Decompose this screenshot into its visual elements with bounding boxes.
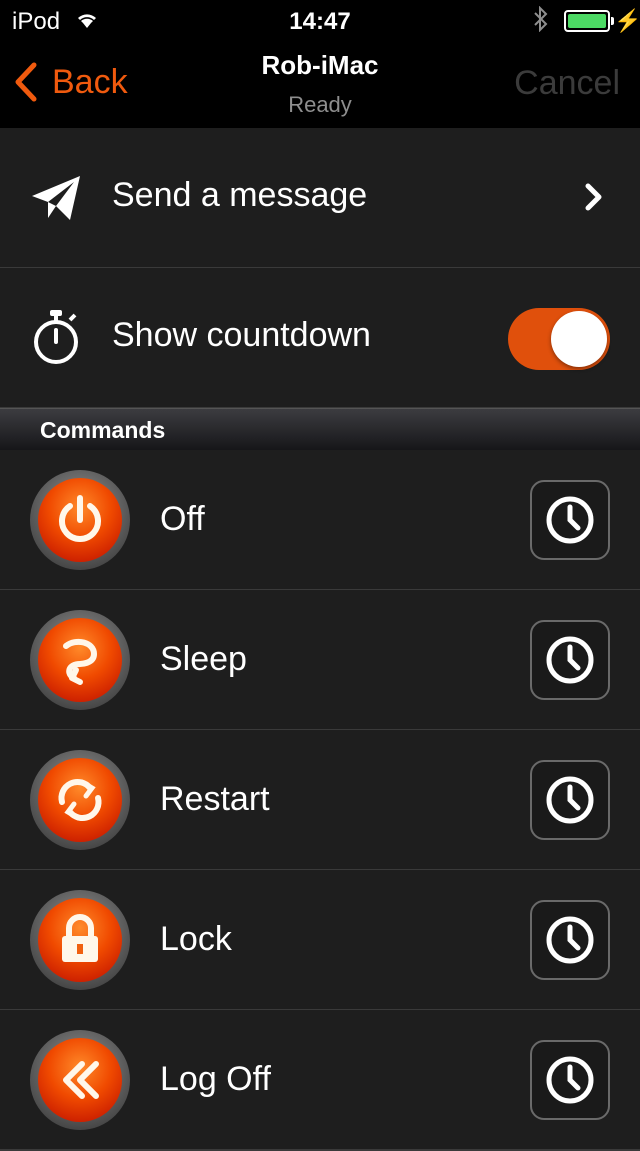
command-row-sleep[interactable]: Sleep — [0, 590, 640, 731]
off-button[interactable] — [30, 470, 130, 570]
charging-icon: ⚡ — [614, 8, 640, 33]
send-message-row[interactable]: Send a message — [0, 128, 640, 269]
section-header-label: Commands — [40, 417, 166, 443]
status-bar: iPod 14:47 ⚡ — [0, 0, 640, 40]
stopwatch-icon — [32, 308, 80, 371]
command-row-off[interactable]: Off — [0, 450, 640, 591]
commands-section-header: Commands — [0, 408, 640, 452]
clock-icon — [546, 496, 594, 544]
schedule-log-off-button[interactable] — [530, 1040, 610, 1120]
battery-icon — [564, 10, 614, 32]
lock-button[interactable] — [30, 890, 130, 990]
clock-icon — [546, 776, 594, 824]
command-row-log-off[interactable]: Log Off — [0, 1010, 640, 1151]
command-label: Sleep — [160, 640, 247, 678]
power-icon — [59, 495, 101, 542]
show-countdown-row: Show countdown — [0, 268, 640, 409]
show-countdown-label: Show countdown — [112, 316, 371, 354]
command-label: Off — [160, 500, 205, 538]
log-off-button[interactable] — [30, 1030, 130, 1130]
command-row-restart[interactable]: Restart — [0, 730, 640, 871]
bluetooth-icon — [532, 5, 550, 39]
command-label: Lock — [160, 920, 232, 958]
sleep-icon — [63, 638, 98, 685]
top-bar: iPod 14:47 ⚡ Back Rob-iMac Ready Cancel — [0, 0, 640, 128]
clock-icon — [546, 916, 594, 964]
clock-icon — [546, 1056, 594, 1104]
navigation-bar: Back Rob-iMac Ready Cancel — [0, 40, 640, 128]
send-message-label: Send a message — [112, 176, 368, 214]
command-label: Restart — [160, 780, 270, 818]
schedule-restart-button[interactable] — [530, 760, 610, 840]
clock-icon — [546, 636, 594, 684]
cancel-button[interactable]: Cancel — [514, 64, 620, 103]
command-row-lock[interactable]: Lock — [0, 870, 640, 1011]
toggle-knob — [551, 311, 607, 367]
schedule-sleep-button[interactable] — [530, 620, 610, 700]
paper-plane-icon — [30, 172, 82, 229]
chevron-right-icon — [584, 182, 604, 217]
command-label: Log Off — [160, 1060, 271, 1098]
restart-button[interactable] — [30, 750, 130, 850]
log-off-icon — [63, 1061, 99, 1099]
sleep-button[interactable] — [30, 610, 130, 710]
schedule-lock-button[interactable] — [530, 900, 610, 980]
restart-icon — [58, 779, 102, 821]
lock-icon — [62, 914, 98, 962]
countdown-toggle[interactable] — [508, 308, 610, 370]
schedule-off-button[interactable] — [530, 480, 610, 560]
